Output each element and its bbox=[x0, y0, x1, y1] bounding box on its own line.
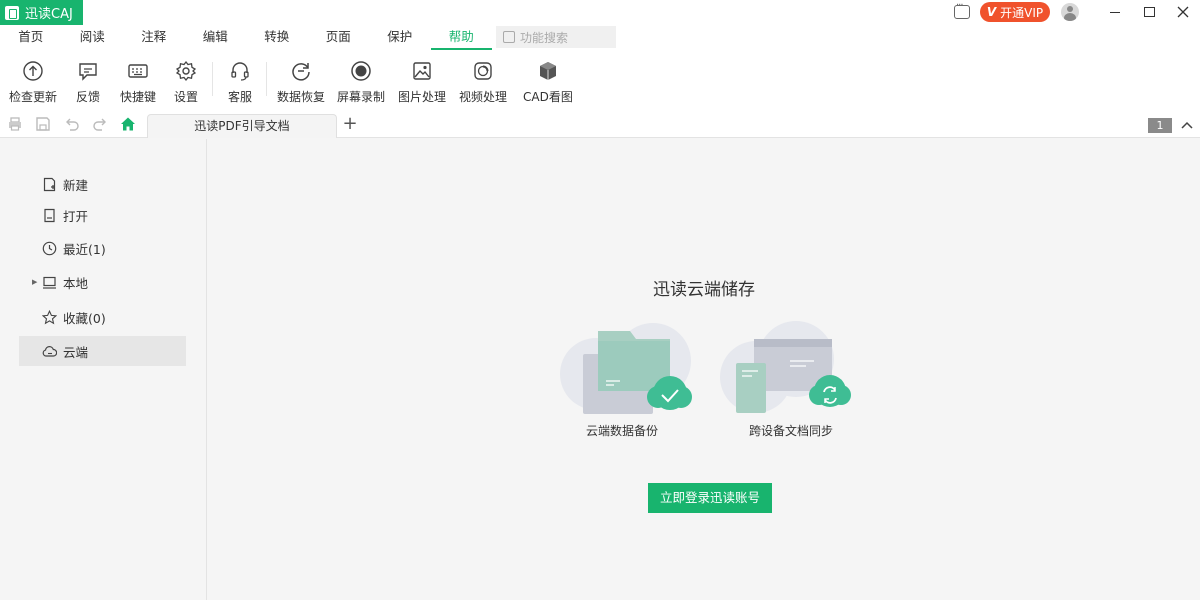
vip-button[interactable]: V 开通VIP bbox=[980, 2, 1050, 22]
document-tab[interactable]: 迅读PDF引导文档 bbox=[147, 114, 337, 138]
data-recovery-label: 数据恢复 bbox=[277, 90, 326, 104]
screen-record-button[interactable]: 屏幕录制 bbox=[337, 60, 385, 105]
image-process-label: 图片处理 bbox=[398, 90, 447, 104]
search-icon bbox=[503, 31, 515, 43]
sidebar-item-label: 本地 bbox=[63, 275, 89, 291]
sidebar-item-label: 收藏(0) bbox=[63, 310, 106, 326]
gear-icon bbox=[175, 60, 197, 82]
check-update-label: 检查更新 bbox=[9, 90, 58, 104]
sidebar-item-cloud[interactable]: 云端 bbox=[19, 336, 186, 366]
maximize-button[interactable] bbox=[1132, 0, 1166, 24]
star-icon bbox=[42, 309, 57, 324]
menu-tab-page[interactable]: 页面 bbox=[308, 26, 370, 50]
sidebar-item-new[interactable]: 新建 bbox=[19, 169, 186, 199]
document-tab-bar: 迅读PDF引导文档 + 1 bbox=[0, 110, 1200, 138]
menu-bar: 首页 阅读 注释 编辑 转换 页面 保护 帮助 功能搜索 bbox=[0, 26, 1200, 50]
page-count-badge: 1 bbox=[1148, 118, 1172, 133]
save-icon[interactable] bbox=[35, 116, 51, 132]
sidebar-item-open[interactable]: 打开 bbox=[19, 200, 186, 230]
keyboard-icon bbox=[128, 64, 148, 78]
video-process-button[interactable]: 视频处理 bbox=[459, 60, 507, 105]
menu-tab-protect[interactable]: 保护 bbox=[369, 26, 431, 50]
customer-service-label: 客服 bbox=[228, 90, 253, 104]
feedback-button[interactable]: 反馈 bbox=[76, 60, 100, 105]
sidebar-item-recent[interactable]: 最近(1) bbox=[19, 233, 186, 263]
user-avatar-icon[interactable] bbox=[1061, 3, 1079, 21]
menu-tab-convert[interactable]: 转换 bbox=[246, 26, 308, 50]
sidebar-item-local[interactable]: ▶ 本地 bbox=[19, 267, 186, 297]
feedback-label: 反馈 bbox=[76, 90, 101, 104]
cloud-backup-label: 云端数据备份 bbox=[585, 424, 658, 438]
sidebar-item-label: 最近(1) bbox=[63, 241, 106, 257]
menu-tab-edit[interactable]: 编辑 bbox=[185, 26, 247, 50]
menu-tab-read[interactable]: 阅读 bbox=[62, 26, 124, 50]
feedback-icon bbox=[79, 63, 97, 81]
home-icon[interactable] bbox=[120, 116, 136, 132]
sidebar-item-label: 新建 bbox=[63, 177, 89, 193]
cube-icon bbox=[539, 62, 556, 80]
vip-badge: V bbox=[986, 5, 997, 19]
minimize-button[interactable] bbox=[1098, 0, 1132, 24]
ribbon-separator bbox=[212, 62, 213, 96]
data-recovery-button[interactable]: 数据恢复 bbox=[277, 60, 325, 105]
app-title: 迅读CAJ bbox=[25, 7, 73, 22]
shortcut-label: 快捷键 bbox=[120, 90, 157, 104]
cloud-panel: 迅读云端储存 云端数据备份 跨设备文档同步 立即登录迅读账号 bbox=[208, 139, 1200, 600]
undo-icon[interactable] bbox=[64, 116, 80, 132]
new-file-icon bbox=[43, 177, 56, 191]
customer-service-button[interactable]: 客服 bbox=[228, 60, 252, 105]
image-process-button[interactable]: 图片处理 bbox=[398, 60, 446, 105]
expand-arrow-icon[interactable]: ▶ bbox=[32, 278, 37, 286]
screen-record-label: 屏幕录制 bbox=[337, 90, 386, 104]
headset-icon bbox=[231, 62, 249, 81]
check-update-button[interactable]: 检查更新 bbox=[9, 60, 57, 105]
ribbon-separator bbox=[266, 62, 267, 96]
cloud-title: 迅读云端储存 bbox=[653, 280, 755, 300]
print-icon[interactable] bbox=[7, 116, 23, 132]
sidebar: 新建 打开 最近(1) ▶ 本地 收藏(0) 云端 bbox=[0, 139, 207, 600]
cad-view-label: CAD看图 bbox=[523, 90, 573, 104]
cad-view-button[interactable]: CAD看图 bbox=[523, 60, 573, 105]
device-sync-label: 跨设备文档同步 bbox=[748, 424, 833, 438]
image-icon bbox=[413, 62, 431, 80]
close-button[interactable] bbox=[1166, 0, 1200, 24]
add-tab-button[interactable]: + bbox=[341, 114, 359, 134]
app-logo-icon bbox=[5, 5, 19, 20]
update-icon bbox=[23, 61, 43, 81]
monitor-icon bbox=[43, 276, 56, 289]
menu-tab-annotate[interactable]: 注释 bbox=[123, 26, 185, 50]
menu-tab-help[interactable]: 帮助 bbox=[430, 26, 493, 50]
sidebar-item-label: 云端 bbox=[63, 344, 89, 360]
data-recovery-icon bbox=[292, 63, 310, 81]
shortcut-button[interactable]: 快捷键 bbox=[120, 60, 156, 105]
menu-tab-home[interactable]: 首页 bbox=[0, 26, 62, 50]
feature-search-input[interactable]: 功能搜索 bbox=[496, 26, 616, 48]
login-button[interactable]: 立即登录迅读账号 bbox=[648, 483, 772, 513]
sidebar-item-label: 打开 bbox=[63, 208, 89, 224]
record-icon bbox=[351, 61, 371, 81]
clock-icon bbox=[42, 241, 57, 255]
cloud-backup-illustration bbox=[560, 323, 692, 414]
device-sync-illustration bbox=[720, 321, 851, 413]
video-icon bbox=[474, 62, 492, 80]
open-file-icon bbox=[44, 208, 55, 222]
maximize-icon bbox=[1143, 7, 1155, 17]
vip-label: 开通VIP bbox=[1000, 5, 1044, 20]
message-icon[interactable] bbox=[954, 0, 970, 19]
redo-icon[interactable] bbox=[92, 116, 108, 132]
title-bar: 迅读CAJ V 开通VIP bbox=[0, 0, 1200, 26]
settings-button[interactable]: 设置 bbox=[174, 60, 198, 105]
ribbon-toolbar: 检查更新 反馈 快捷键 设置 客服 数据恢复 屏幕录制 图片处理 视频处理 CA… bbox=[0, 50, 1200, 110]
search-placeholder: 功能搜索 bbox=[520, 30, 569, 45]
settings-label: 设置 bbox=[174, 90, 199, 104]
title-bar-controls: V 开通VIP bbox=[954, 0, 1200, 24]
cloud-icon bbox=[42, 345, 57, 357]
close-icon bbox=[1177, 6, 1189, 18]
chevron-up-icon[interactable] bbox=[1180, 118, 1194, 132]
video-process-label: 视频处理 bbox=[459, 90, 508, 104]
minimize-icon bbox=[1110, 11, 1120, 13]
sidebar-item-favorites[interactable]: 收藏(0) bbox=[19, 302, 186, 332]
app-badge[interactable]: 迅读CAJ bbox=[0, 0, 83, 25]
